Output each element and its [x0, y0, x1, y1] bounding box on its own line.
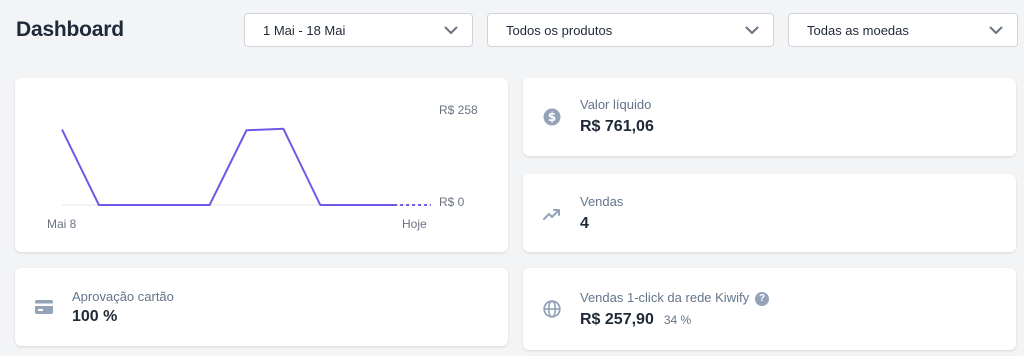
date-range-select[interactable]: 1 Mai - 18 Mai: [244, 13, 473, 47]
sales-label: Vendas: [580, 194, 624, 209]
one-click-sales-card: Vendas 1-click da rede Kiwify? R$ 257,90…: [523, 268, 1016, 350]
y-axis-max-label: R$ 258: [439, 103, 478, 117]
card-approval-card: Aprovação cartão 100 %: [15, 268, 508, 346]
product-select[interactable]: Todos os produtos: [487, 13, 774, 47]
currency-value: Todas as moedas: [807, 22, 909, 38]
one-click-sales-value: R$ 257,90 34 %: [580, 311, 691, 329]
x-axis-end-label: Hoje: [402, 217, 427, 231]
page-title: Dashboard: [16, 18, 124, 41]
sales-line-chart: [61, 127, 431, 206]
sales-chart-card: R$ 258 R$ 0 Mai 8 Hoje: [15, 78, 508, 252]
sales-count: 4: [580, 215, 589, 232]
globe-icon: [542, 299, 562, 319]
net-value-amount: R$ 761,06: [580, 118, 654, 135]
net-value-label: Valor líquido: [580, 97, 652, 112]
y-axis-min-label: R$ 0: [439, 195, 465, 209]
svg-text:$: $: [548, 110, 556, 124]
credit-card-icon: [34, 297, 54, 317]
trending-up-icon: [542, 204, 562, 224]
sales-card: Vendas 4: [523, 174, 1016, 252]
question-circle-icon[interactable]: ?: [755, 291, 770, 306]
x-axis-start-label: Mai 8: [47, 217, 77, 231]
chevron-down-icon: [444, 23, 458, 37]
one-click-sales-percent: 34 %: [663, 313, 692, 327]
one-click-sales-label-text: Vendas 1-click da rede Kiwify: [580, 290, 750, 305]
card-approval-value: 100 %: [72, 308, 118, 325]
one-click-sales-label: Vendas 1-click da rede Kiwify?: [580, 290, 770, 306]
date-range-value: 1 Mai - 18 Mai: [263, 22, 346, 38]
dollar-circle-icon: $: [542, 107, 562, 127]
sales-series-line: [61, 127, 395, 206]
chevron-down-icon: [989, 23, 1003, 37]
net-value-card: $ Valor líquido R$ 761,06: [523, 78, 1016, 156]
currency-select[interactable]: Todas as moedas: [788, 13, 1018, 47]
chevron-down-icon: [745, 23, 759, 37]
card-approval-label: Aprovação cartão: [72, 289, 174, 304]
product-value: Todos os produtos: [506, 22, 613, 38]
one-click-sales-amount: R$ 257,90: [580, 311, 654, 328]
